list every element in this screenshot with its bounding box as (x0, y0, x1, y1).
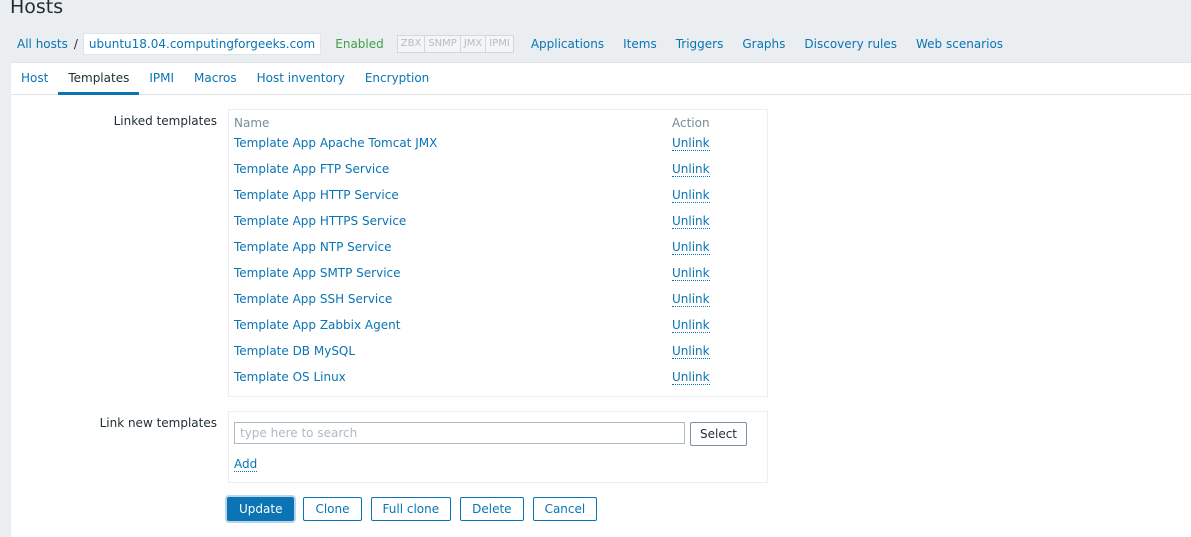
unlink-link[interactable]: Unlink (672, 344, 710, 359)
unlink-link[interactable]: Unlink (672, 370, 710, 385)
template-action-cell: Unlink (667, 234, 767, 260)
template-link[interactable]: Template DB MySQL (234, 344, 355, 358)
table-row: Template App HTTP Service Unlink (229, 182, 767, 208)
update-button[interactable]: Update (227, 497, 295, 521)
template-link[interactable]: Template OS Linux (234, 370, 346, 384)
template-link[interactable]: Template App Zabbix Agent (234, 318, 400, 332)
template-action-cell: Unlink (667, 286, 767, 312)
items-link[interactable]: Items (623, 37, 657, 51)
template-name-cell: Template App Apache Tomcat JMX (229, 130, 667, 156)
unlink-link[interactable]: Unlink (672, 292, 710, 307)
full-clone-button[interactable]: Full clone (370, 497, 452, 521)
template-action-cell: Unlink (667, 130, 767, 156)
unlink-link[interactable]: Unlink (672, 162, 710, 177)
template-action-cell: Unlink (667, 156, 767, 182)
table-row: Template OS Linux Unlink (229, 364, 767, 390)
template-search-input[interactable] (234, 422, 685, 444)
availability-indicators: ZBX SNMP JMX IPMI (396, 35, 514, 53)
table-row: Template App Apache Tomcat JMX Unlink (229, 130, 767, 156)
tab-host[interactable]: Host (11, 63, 58, 94)
link-new-templates-label: Link new templates (99, 416, 217, 430)
table-header-row: Name Action (229, 110, 767, 130)
template-name-cell: Template App HTTP Service (229, 182, 667, 208)
tab-host-inventory[interactable]: Host inventory (247, 63, 355, 94)
template-name-cell: Template App Zabbix Agent (229, 312, 667, 338)
table-row: Template App SMTP Service Unlink (229, 260, 767, 286)
applications-link[interactable]: Applications (531, 37, 604, 51)
template-action-cell: Unlink (667, 260, 767, 286)
template-action-cell: Unlink (667, 208, 767, 234)
linked-templates-rows: Template App Apache Tomcat JMX Unlink Temp… (229, 130, 767, 390)
triggers-link[interactable]: Triggers (676, 37, 724, 51)
table-row: Template DB MySQL Unlink (229, 338, 767, 364)
tab-templates[interactable]: Templates (58, 63, 140, 95)
table-row: Template App HTTPS Service Unlink (229, 208, 767, 234)
web-scenarios-link[interactable]: Web scenarios (916, 37, 1003, 51)
page-title: Hosts (10, 0, 64, 18)
linked-templates-label: Linked templates (113, 114, 217, 128)
template-link[interactable]: Template App SMTP Service (234, 266, 401, 280)
availability-ipmi: IPMI (486, 35, 514, 53)
template-link[interactable]: Template App SSH Service (234, 292, 392, 306)
table-row: Template App SSH Service Unlink (229, 286, 767, 312)
template-name-cell: Template App HTTPS Service (229, 208, 667, 234)
template-name-cell: Template OS Linux (229, 364, 667, 390)
cancel-button[interactable]: Cancel (532, 497, 598, 521)
template-link[interactable]: Template App HTTP Service (234, 188, 399, 202)
unlink-link[interactable]: Unlink (672, 240, 710, 255)
form-buttons: Update Clone Full clone Delete Cancel (227, 497, 598, 521)
table-row: Template App FTP Service Unlink (229, 156, 767, 182)
template-action-cell: Unlink (667, 338, 767, 364)
template-link[interactable]: Template App HTTPS Service (234, 214, 406, 228)
template-action-cell: Unlink (667, 312, 767, 338)
template-link[interactable]: Template App NTP Service (234, 240, 392, 254)
template-name-cell: Template App SMTP Service (229, 260, 667, 286)
delete-button[interactable]: Delete (460, 497, 524, 521)
discovery-rules-link[interactable]: Discovery rules (804, 37, 897, 51)
add-template-link[interactable]: Add (234, 457, 258, 472)
template-action-cell: Unlink (667, 364, 767, 390)
graphs-link[interactable]: Graphs (742, 37, 785, 51)
linked-templates-table: Name Action Template App Apache Tomcat J… (229, 110, 767, 390)
form-card: Host Templates IPMI Macros Host inventor… (11, 62, 1191, 537)
availability-snmp: SNMP (425, 35, 461, 53)
template-name-cell: Template App FTP Service (229, 156, 667, 182)
link-new-templates-box: Select Add (228, 411, 768, 483)
unlink-link[interactable]: Unlink (672, 188, 710, 203)
tab-macros[interactable]: Macros (184, 63, 247, 94)
column-header-name: Name (234, 116, 270, 130)
status-badge[interactable]: Enabled (335, 37, 384, 51)
host-navigation: All hosts / ubuntu18.04.computingforgeek… (11, 32, 1016, 56)
availability-zbx: ZBX (396, 35, 426, 53)
template-name-cell: Template App SSH Service (229, 286, 667, 312)
template-link[interactable]: Template App Apache Tomcat JMX (234, 136, 437, 150)
tab-bar: Host Templates IPMI Macros Host inventor… (11, 63, 1191, 95)
table-row: Template App NTP Service Unlink (229, 234, 767, 260)
all-hosts-link[interactable]: All hosts (17, 37, 68, 51)
tab-ipmi[interactable]: IPMI (139, 63, 184, 94)
current-host-link[interactable]: ubuntu18.04.computingforgeeks.com (82, 33, 322, 55)
unlink-link[interactable]: Unlink (672, 214, 710, 229)
clone-button[interactable]: Clone (303, 497, 362, 521)
linked-templates-box: Name Action Template App Apache Tomcat J… (228, 109, 768, 397)
select-button[interactable]: Select (690, 422, 747, 446)
unlink-link[interactable]: Unlink (672, 318, 710, 333)
unlink-link[interactable]: Unlink (672, 266, 710, 281)
column-header-action: Action (672, 116, 710, 130)
availability-jmx: JMX (460, 35, 487, 53)
tab-encryption[interactable]: Encryption (355, 63, 439, 94)
template-action-cell: Unlink (667, 182, 767, 208)
unlink-link[interactable]: Unlink (672, 136, 710, 151)
template-name-cell: Template DB MySQL (229, 338, 667, 364)
template-link[interactable]: Template App FTP Service (234, 162, 389, 176)
breadcrumb-separator: / (73, 37, 78, 51)
table-row: Template App Zabbix Agent Unlink (229, 312, 767, 338)
template-name-cell: Template App NTP Service (229, 234, 667, 260)
